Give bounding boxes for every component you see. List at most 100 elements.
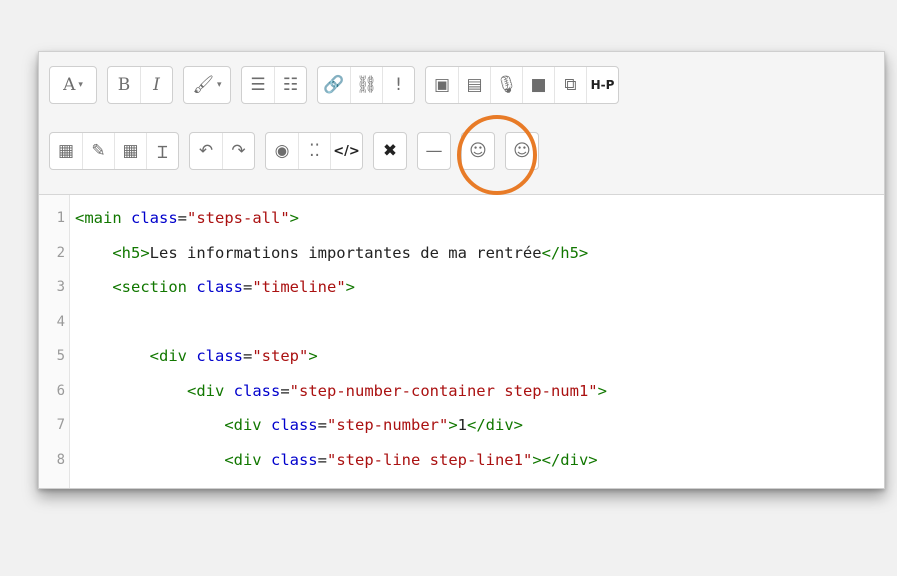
code-editor[interactable]: 1 <main class="steps-all"> 2 <h5>Les infor…	[39, 195, 884, 488]
screenreader-icon: ⁚⁚	[309, 141, 320, 161]
code-line: 8 <div class="step-line step-line1"></di…	[39, 443, 598, 477]
line-number: 2	[56, 244, 65, 261]
code-token: class	[233, 381, 281, 400]
code-token: </div>	[467, 416, 524, 434]
code-token: >	[308, 347, 318, 365]
code-text: <div class="step-line step-line1"></div>	[69, 450, 597, 469]
toolbar-group: ✖	[373, 132, 407, 170]
code-token: class	[196, 347, 243, 365]
code-text: <div class="step-number-container step-n…	[69, 382, 607, 400]
media-button[interactable]: ▤	[458, 67, 490, 103]
h5p-icon: H-P	[590, 78, 615, 92]
toolbar-group: ↶ ↷	[189, 132, 255, 170]
brush-button[interactable]: 🖌 ▾	[184, 67, 230, 103]
ul-button[interactable]: ☰	[242, 67, 274, 103]
code-token: >	[289, 209, 300, 227]
fullscreen-icon: ✖	[382, 141, 398, 161]
bold-button[interactable]: B	[108, 67, 140, 103]
code-token: "step-number-container step-num1"	[289, 381, 598, 400]
table-button[interactable]: ▦	[114, 133, 146, 169]
code-line: 6 <div class="step-number-container step…	[39, 374, 607, 408]
undo-icon: ↶	[198, 141, 214, 161]
hr-button[interactable]: —	[418, 133, 450, 169]
accessibility-icon: ◉	[274, 141, 290, 161]
font-size-icon: A	[63, 75, 76, 95]
code-token: "timeline"	[252, 278, 346, 296]
chevron-down-icon: ▾	[78, 80, 83, 90]
italic-button[interactable]: I	[140, 67, 172, 103]
bold-icon: B	[117, 75, 131, 95]
html-code-icon: </>	[333, 143, 360, 159]
noautolink-button[interactable]: !	[382, 67, 414, 103]
undo-button[interactable]: ↶	[190, 133, 222, 169]
code-token: >	[345, 278, 356, 296]
h5p-button[interactable]: H-P	[586, 67, 618, 103]
code-token: <h5>	[112, 243, 150, 262]
fullscreen-button[interactable]: ✖	[374, 133, 406, 169]
toolbar-row-1: A ▾ B I 🖌 ▾ ☰ ☷ 🔗 ⛓! ▣ ▤ 🎙 ■ ⧉ H-P	[49, 66, 629, 104]
toolbar-group: ▣ ▤ 🎙 ■ ⧉ H-P	[425, 66, 619, 104]
redo-button[interactable]: ↷	[222, 133, 254, 169]
calculator-icon: ▦	[57, 141, 75, 161]
screenreader-button[interactable]: ⁚⁚	[298, 133, 330, 169]
code-token: <section	[112, 278, 197, 296]
chevron-down-icon: ▾	[217, 80, 222, 90]
copy-button[interactable]: ⧉	[554, 67, 586, 103]
toolbar-group: A ▾	[49, 66, 97, 104]
font-size-button[interactable]: A ▾	[50, 67, 96, 103]
code-token: =	[243, 347, 253, 365]
code-token: <div	[149, 347, 197, 365]
table-icon: ▦	[122, 141, 139, 161]
video-button[interactable]: ■	[522, 67, 554, 103]
line-number: 1	[56, 210, 65, 226]
code-token: class	[270, 416, 318, 434]
accessibility-button[interactable]: ◉	[266, 133, 298, 169]
code-token: 1	[457, 416, 468, 434]
code-line: 1 <main class="steps-all">	[39, 201, 299, 235]
clear-formatting-icon: Ɪ	[157, 142, 168, 163]
code-text: <section class="timeline">	[69, 278, 355, 296]
code-line: 7 <div class="step-number">1</div>	[39, 408, 523, 442]
code-token: </h5>	[541, 243, 589, 262]
toolbar-group: —	[417, 132, 451, 170]
clear-button[interactable]: Ɪ	[146, 133, 178, 169]
unlink-button[interactable]: ⛓	[350, 67, 382, 103]
link-button[interactable]: 🔗	[318, 67, 350, 103]
media-file-icon: ▤	[466, 75, 483, 95]
edit-button[interactable]: ✎	[82, 133, 114, 169]
image-button[interactable]: ▣	[426, 67, 458, 103]
code-token: "step"	[252, 347, 309, 365]
horizontal-rule-icon: —	[425, 141, 443, 161]
code-token: =	[243, 278, 253, 296]
code-token: >	[448, 416, 458, 434]
microphone-icon: 🎙	[495, 75, 518, 95]
ordered-list-icon: ☷	[282, 75, 299, 95]
toolbar-group: BI	[107, 66, 173, 104]
ol-button[interactable]: ☷	[274, 67, 306, 103]
redo-icon: ↷	[231, 141, 246, 161]
code-line: 3 <section class="timeline">	[39, 270, 355, 304]
toolbar-group: 🔗 ⛓!	[317, 66, 415, 104]
unlink-icon: ⛓	[355, 75, 378, 95]
code-text: <div class="step-number">1</div>	[69, 416, 523, 434]
toolbar-group: ◉ ⁚⁚ </>	[265, 132, 363, 170]
code-token: <main	[75, 209, 131, 227]
exclamation-icon: !	[395, 75, 402, 95]
toolbar-group: ▦ ✎ ▦ Ɪ	[49, 132, 179, 170]
image-icon: ▣	[433, 75, 451, 95]
code-line: 2 <h5>Les informations importantes de ma…	[39, 236, 589, 270]
code-token: "step-line step-line1"	[327, 450, 533, 469]
calculator-button[interactable]: ▦	[50, 133, 82, 169]
paintbrush-icon: 🖌	[192, 75, 215, 95]
code-token: <div	[224, 416, 271, 434]
html-button[interactable]: </>	[330, 133, 362, 169]
code-token: "step-number"	[327, 416, 449, 434]
code-text: <div class="step">	[69, 347, 318, 365]
audio-button[interactable]: 🎙	[490, 67, 522, 103]
